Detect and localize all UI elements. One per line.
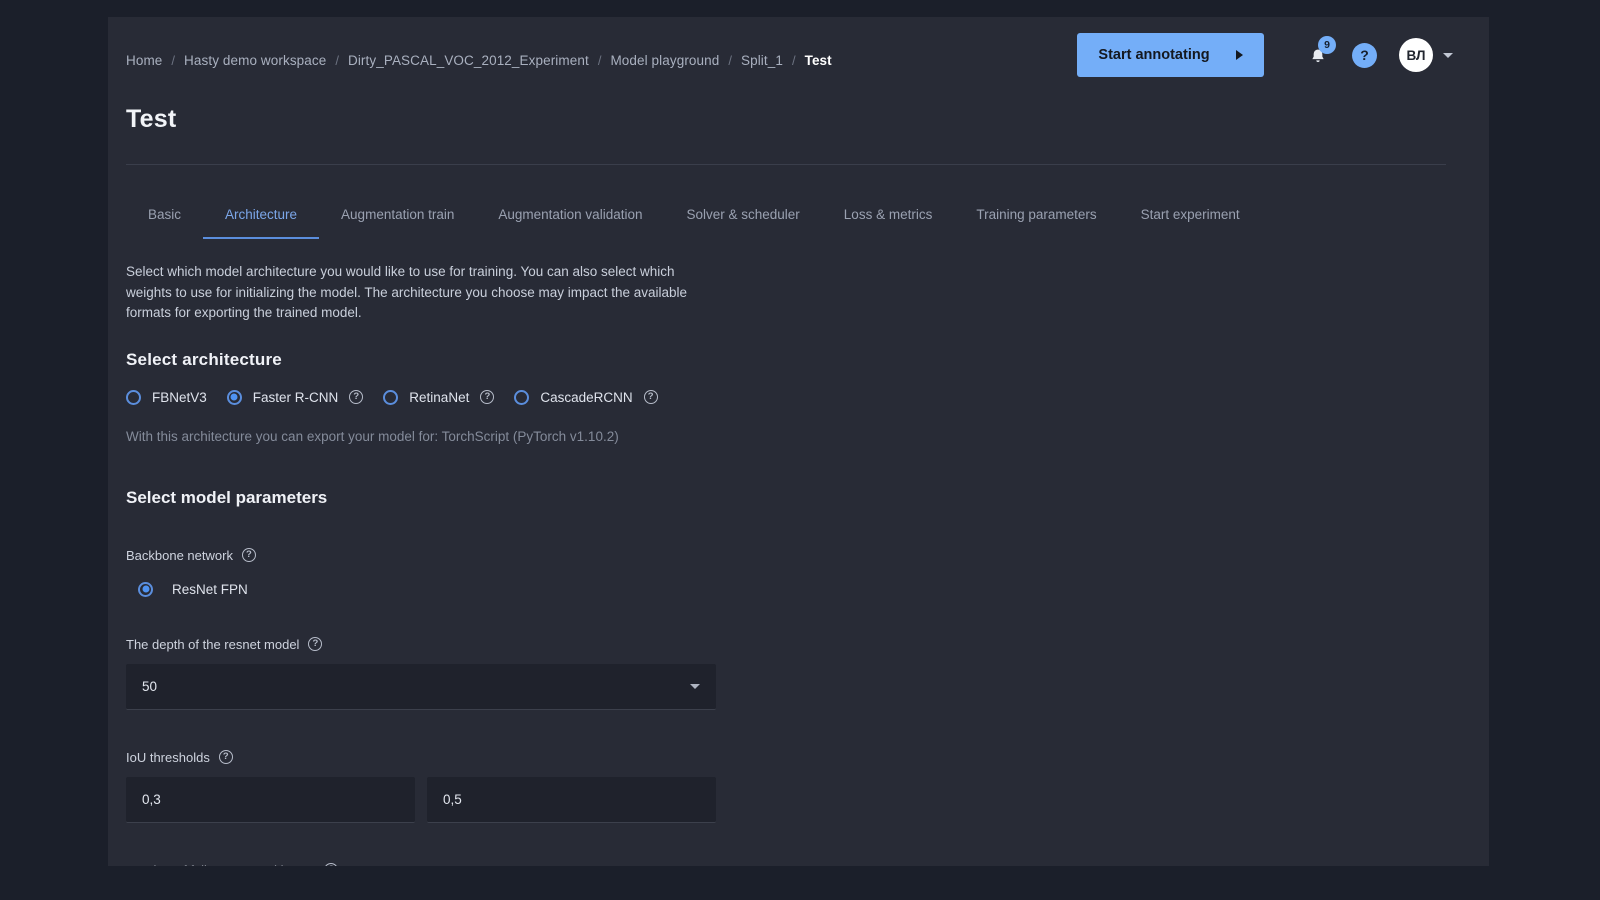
tab-solver-scheduler[interactable]: Solver & scheduler: [664, 207, 821, 239]
notifications-button[interactable]: 9: [1308, 36, 1336, 68]
radio-indicator: [383, 389, 399, 405]
resnet-depth-label: The depth of the resnet model: [126, 636, 300, 652]
title-divider: [126, 164, 1446, 165]
iou-thresholds-label-row: IoU thresholds ?: [126, 750, 1446, 765]
radio-option-cascadercnn[interactable]: CascadeRCNN ?: [514, 389, 658, 405]
tab-training-parameters[interactable]: Training parameters: [954, 207, 1118, 239]
architecture-radio-group: FBNetV3 Faster R-CNN ? RetinaNet ? Casca…: [126, 389, 1446, 405]
tab-start-experiment[interactable]: Start experiment: [1119, 207, 1262, 239]
radio-option-fbnetv3[interactable]: FBNetV3: [126, 389, 207, 405]
tab-augmentation-train[interactable]: Augmentation train: [319, 207, 476, 239]
chevron-down-icon: [690, 683, 700, 689]
breadcrumb: Home / Hasty demo workspace / Dirty_PASC…: [126, 53, 832, 68]
app-root: Home / Hasty demo workspace / Dirty_PASC…: [0, 0, 1600, 900]
avatar[interactable]: ВЛ: [1399, 38, 1433, 72]
resnet-depth-value: 50: [142, 678, 158, 694]
radio-label-cascadercnn: CascadeRCNN: [540, 389, 633, 405]
select-architecture-heading: Select architecture: [126, 349, 282, 369]
radio-indicator: [126, 389, 141, 405]
export-note: With this architecture you can export yo…: [126, 428, 619, 444]
iou-threshold-low-input[interactable]: 0,3: [126, 776, 415, 823]
resnet-depth-select[interactable]: 50: [126, 663, 716, 710]
select-parameters-heading: Select model parameters: [126, 487, 328, 507]
info-icon[interactable]: ?: [643, 390, 658, 404]
start-annotating-label: Start annotating: [1098, 47, 1210, 63]
iou-thresholds-row: 0,3 0,5: [126, 765, 1446, 823]
backbone-network-label-row: Backbone network ?: [126, 548, 1446, 563]
info-icon[interactable]: ?: [241, 548, 256, 562]
radio-label-fbnetv3: FBNetV3: [152, 389, 207, 405]
intro-text: Select which model architecture you woul…: [126, 264, 688, 320]
breadcrumb-item-workspace[interactable]: Hasty demo workspace: [184, 53, 326, 68]
breadcrumb-item-home[interactable]: Home: [126, 53, 162, 68]
radio-label-faster-rcnn: Faster R-CNN: [252, 389, 339, 405]
help-button[interactable]: ?: [1352, 42, 1377, 68]
header-actions: Start annotating 9 ? ВЛ: [1077, 33, 1453, 77]
breadcrumb-separator: /: [171, 53, 176, 68]
radio-indicator: [138, 581, 153, 597]
resnet-depth-label-row: The depth of the resnet model ?: [126, 637, 1446, 652]
info-icon[interactable]: ?: [324, 863, 339, 866]
play-icon: [1235, 50, 1243, 60]
radio-option-faster-rcnn[interactable]: Faster R-CNN ?: [226, 389, 364, 405]
info-icon[interactable]: ?: [218, 750, 233, 764]
notification-badge: 9: [1318, 36, 1336, 54]
page-title: Test: [126, 105, 177, 133]
breadcrumb-item-model-playground[interactable]: Model playground: [610, 53, 719, 68]
radio-option-resnet-fpn[interactable]: ResNet FPN: [138, 581, 1446, 597]
info-icon[interactable]: ?: [480, 390, 495, 404]
info-icon[interactable]: ?: [308, 637, 323, 651]
tab-bar: Basic Architecture Augmentation train Au…: [126, 207, 1262, 239]
backbone-network-label: Backbone network: [126, 547, 233, 563]
fc-layers-label: Number of fully connected layers: [126, 863, 315, 867]
radio-indicator: [514, 389, 530, 405]
tab-basic[interactable]: Basic: [126, 207, 203, 239]
breadcrumb-item-test: Test: [804, 53, 832, 68]
breadcrumb-separator: /: [597, 53, 602, 68]
start-annotating-button[interactable]: Start annotating: [1077, 33, 1264, 77]
radio-label-retinanet: RetinaNet: [409, 389, 470, 405]
breadcrumb-separator: /: [791, 53, 796, 68]
radio-indicator: [226, 389, 242, 405]
page-header: Home / Hasty demo workspace / Dirty_PASC…: [108, 17, 1489, 165]
fc-layers-label-row: Number of fully connected layers ?: [126, 863, 1446, 867]
iou-threshold-high-input[interactable]: 0,5: [427, 776, 716, 823]
chevron-down-icon[interactable]: [1443, 52, 1453, 58]
iou-thresholds-label: IoU thresholds: [126, 749, 210, 765]
main-panel: Home / Hasty demo workspace / Dirty_PASC…: [108, 17, 1489, 866]
breadcrumb-item-split[interactable]: Split_1: [741, 53, 783, 68]
breadcrumb-item-experiment[interactable]: Dirty_PASCAL_VOC_2012_Experiment: [348, 53, 589, 68]
breadcrumb-separator: /: [335, 53, 339, 68]
tab-augmentation-validation[interactable]: Augmentation validation: [476, 207, 664, 239]
architecture-panel: Select which model architecture you woul…: [126, 262, 1446, 866]
tab-loss-metrics[interactable]: Loss & metrics: [822, 207, 955, 239]
radio-option-retinanet[interactable]: RetinaNet ?: [383, 389, 495, 405]
radio-label-resnet-fpn: ResNet FPN: [172, 581, 248, 597]
info-icon[interactable]: ?: [349, 390, 364, 404]
tab-architecture[interactable]: Architecture: [203, 207, 320, 239]
breadcrumb-separator: /: [728, 53, 732, 68]
